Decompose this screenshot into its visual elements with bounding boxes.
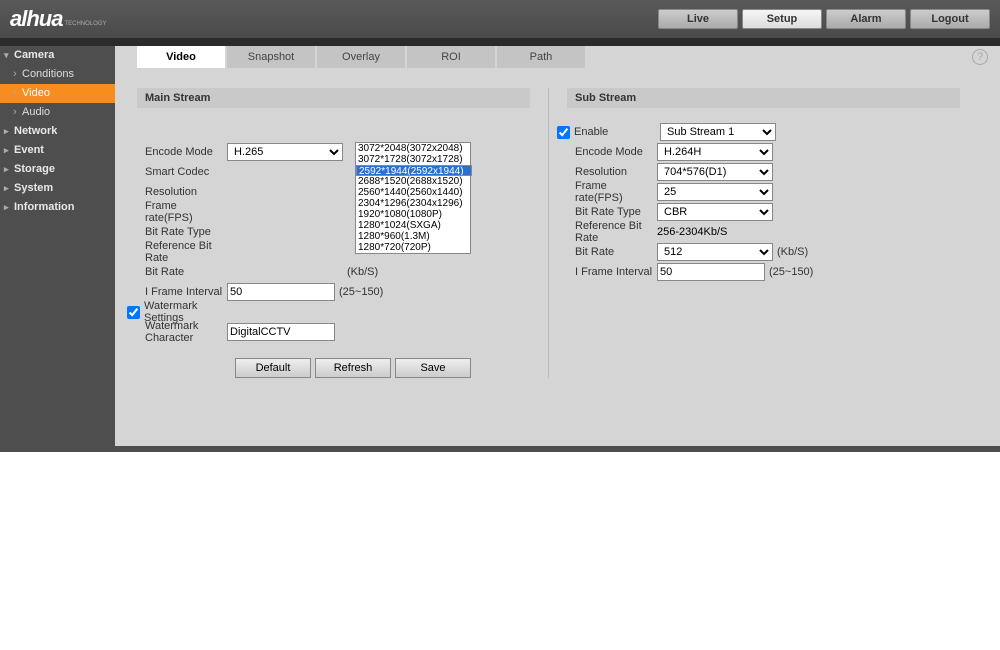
lbl-sub-res: Resolution [567,166,657,178]
tab-overlay[interactable]: Overlay [317,46,405,68]
dd-item[interactable]: 1280*720(720P) [356,242,470,253]
dd-item[interactable]: 3072*1728(3072x1728) [356,154,470,165]
default-button[interactable]: Default [235,358,311,378]
tab-video[interactable]: Video [137,46,225,68]
lbl-ref: Reference Bit Rate [137,240,227,264]
sub-fps[interactable]: 25 [657,183,773,201]
sub-encode-mode[interactable]: H.264H [657,143,773,161]
brand-sub: TECHNOLOGY [64,21,106,27]
dd-item[interactable]: 1280*960(1.3M) [356,231,470,242]
sub-resolution[interactable]: 704*576(D1) [657,163,773,181]
dd-item[interactable]: 2592*1944(2592x1944) [356,165,472,176]
sub-ref-val: 256-2304Kb/S [657,226,727,238]
dd-item[interactable]: 3072*2048(3072x2048) [356,143,470,154]
sub-ifi-range: (25~150) [769,266,813,278]
main-stream-title: Main Stream [137,88,530,108]
lbl-fps: Frame rate(FPS) [137,200,227,224]
lbl-sub-br: Bit Rate [567,246,657,258]
brand-logo: alhua [10,6,62,32]
lbl-sub-enable: Enable [574,126,660,138]
sidebar-network[interactable]: Network [0,122,115,141]
lbl-resolution: Resolution [137,186,227,198]
lbl-sub-brt: Bit Rate Type [567,206,657,218]
sub-enable-select[interactable]: Sub Stream 1 [660,123,776,141]
lbl-ifi: I Frame Interval [137,286,227,298]
sub-enable-check[interactable] [557,126,570,139]
help-icon[interactable]: ? [972,49,988,65]
sidebar-information[interactable]: Information [0,198,115,217]
watermark-char[interactable] [227,323,335,341]
sidebar-item-video[interactable]: Video [0,84,115,103]
sub-brt[interactable]: CBR [657,203,773,221]
lbl-smart-codec: Smart Codec [137,166,227,178]
lbl-sub-fps: Frame rate(FPS) [567,180,657,204]
dd-item[interactable]: 2688*1520(2688x1520) [356,176,470,187]
save-button[interactable]: Save [395,358,471,378]
sidebar-camera[interactable]: Camera [0,46,115,65]
sidebar-item-conditions[interactable]: Conditions [0,65,115,84]
ifi-range: (25~150) [339,286,383,298]
dd-item[interactable]: 2560*1440(2560x1440) [356,187,470,198]
sidebar-event[interactable]: Event [0,141,115,160]
dd-item[interactable]: 1920*1080(1080P) [356,209,470,220]
lbl-brt: Bit Rate Type [137,226,227,238]
br-unit: (Kb/S) [347,266,378,278]
main-ifi[interactable] [227,283,335,301]
sub-br[interactable]: 512 [657,243,773,261]
refresh-button[interactable]: Refresh [315,358,391,378]
lbl-br: Bit Rate [137,266,227,278]
main-encode-mode[interactable]: H.265 [227,143,343,161]
lbl-sub-encode: Encode Mode [567,146,657,158]
resolution-dropdown[interactable]: 3072*2048(3072x2048) 3072*1728(3072x1728… [355,142,471,254]
sidebar-item-audio[interactable]: Audio [0,103,115,122]
sidebar-storage[interactable]: Storage [0,160,115,179]
tab-snapshot[interactable]: Snapshot [227,46,315,68]
sub-br-unit: (Kb/S) [777,246,808,258]
sidebar-system[interactable]: System [0,179,115,198]
tab-roi[interactable]: ROI [407,46,495,68]
sub-stream-title: Sub Stream [567,88,960,108]
lbl-encode-mode: Encode Mode [137,146,227,158]
nav-live[interactable]: Live [658,9,738,29]
nav-alarm[interactable]: Alarm [826,9,906,29]
tab-path[interactable]: Path [497,46,585,68]
dd-item[interactable]: 1280*1024(SXGA) [356,220,470,231]
watermark-check[interactable] [127,306,140,319]
sidebar: Camera Conditions Video Audio Network Ev… [0,46,115,446]
sub-ifi[interactable] [657,263,765,281]
lbl-wmc: Watermark Character [137,320,227,344]
lbl-sub-ref: Reference Bit Rate [567,220,657,244]
nav-logout[interactable]: Logout [910,9,990,29]
nav-setup[interactable]: Setup [742,9,822,29]
lbl-sub-ifi: I Frame Interval [567,266,657,278]
dd-item[interactable]: 2304*1296(2304x1296) [356,198,470,209]
